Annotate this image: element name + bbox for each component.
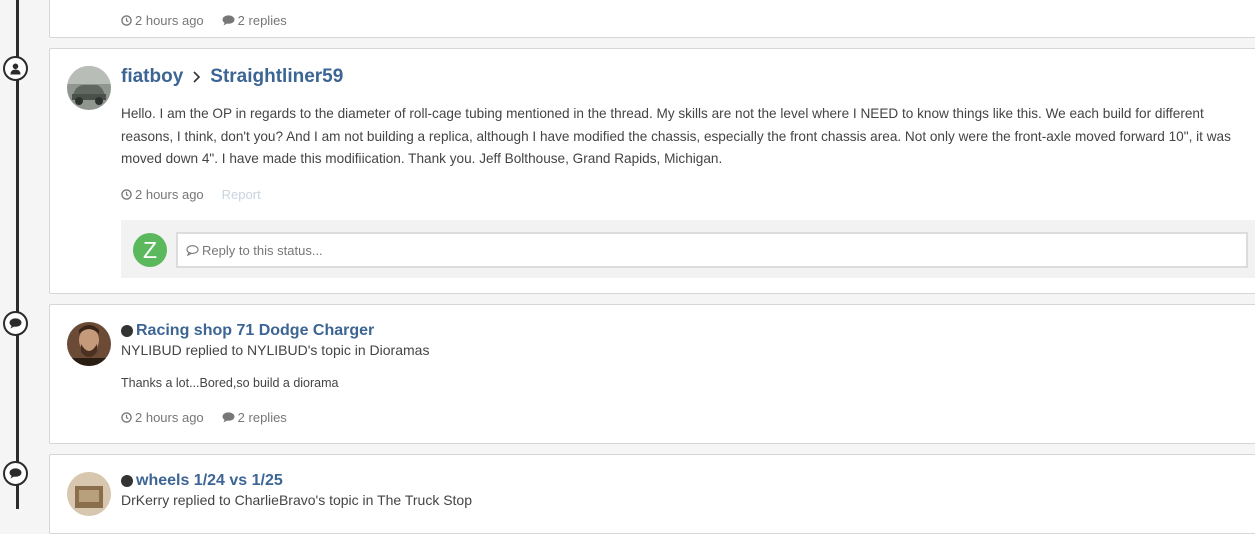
replies-meta[interactable]: 2 replies: [222, 410, 287, 425]
time-meta[interactable]: 2 hours ago: [121, 13, 204, 28]
activity-meta: 2 hours ago 2 replies: [121, 13, 1244, 28]
topic-title-link[interactable]: wheels 1/24 vs 1/25: [136, 472, 283, 490]
comment-icon: [222, 412, 235, 423]
topic-reply-card: Racing shop 71 Dodge Charger NYLIBUD rep…: [49, 304, 1255, 444]
status-body: Hello. I am the OP in regards to the dia…: [121, 106, 1231, 166]
avatar-image: [67, 472, 111, 516]
time-label: 2 hours ago: [135, 13, 204, 28]
avatar[interactable]: [67, 472, 111, 516]
topic-meta: 2 hours ago 2 replies: [121, 410, 1244, 425]
avatar[interactable]: [67, 322, 111, 366]
status-author-link[interactable]: fiatboy: [121, 66, 183, 88]
reply-input[interactable]: Reply to this status...: [176, 232, 1248, 268]
topic-reply-card: wheels 1/24 vs 1/25 DrKerry replied to C…: [49, 454, 1255, 534]
time-meta[interactable]: 2 hours ago: [121, 410, 204, 425]
status-update-card: fiatboy Straightliner59 Hello. I am the …: [49, 48, 1255, 294]
topic-title-link[interactable]: Racing shop 71 Dodge Charger: [136, 322, 374, 340]
replies-meta[interactable]: 2 replies: [222, 13, 287, 28]
comment-icon: [9, 468, 22, 479]
topic-snippet: Thanks a lot...Bored,so build a diorama: [121, 376, 339, 390]
time-label: 2 hours ago: [135, 410, 204, 425]
unread-dot-icon: [121, 475, 133, 487]
report-link[interactable]: Report: [222, 187, 261, 202]
topic-title-row: Racing shop 71 Dodge Charger: [121, 322, 1244, 340]
reply-avatar: Z: [133, 233, 167, 267]
reply-placeholder: Reply to this status...: [202, 242, 323, 258]
avatar-car-image: [67, 66, 111, 110]
clock-icon: [121, 189, 132, 200]
avatar-person-image: [67, 322, 111, 366]
avatar[interactable]: [67, 66, 111, 110]
replies-label: 2 replies: [237, 13, 287, 28]
replies-label: 2 replies: [237, 410, 287, 425]
topic-title-row: wheels 1/24 vs 1/25: [121, 472, 1244, 490]
comment-icon: [222, 15, 235, 26]
reply-area: Z Reply to this status...: [121, 220, 1255, 278]
comment-outline-icon: [186, 244, 199, 256]
unread-dot-icon: [121, 325, 133, 337]
topic-subtitle: NYLIBUD replied to NYLIBUD's topic in Di…: [121, 342, 430, 358]
comment-icon: [9, 318, 22, 329]
clock-icon: [121, 412, 132, 423]
status-meta: 2 hours ago Report: [121, 187, 1244, 202]
time-label: 2 hours ago: [135, 187, 204, 202]
status-header: fiatboy Straightliner59: [121, 66, 1244, 88]
clock-icon: [121, 15, 132, 26]
timeline-status-marker: [3, 56, 28, 81]
chevron-right-icon: [193, 71, 201, 83]
activity-card-top: 2 hours ago 2 replies: [49, 0, 1255, 38]
timeline-topic-marker: [3, 311, 28, 336]
user-icon: [10, 63, 21, 74]
topic-subtitle: DrKerry replied to CharlieBravo's topic …: [121, 492, 473, 508]
timeline-topic-marker: [3, 461, 28, 486]
time-meta[interactable]: 2 hours ago: [121, 187, 204, 202]
status-recipient-link[interactable]: Straightliner59: [210, 66, 343, 88]
